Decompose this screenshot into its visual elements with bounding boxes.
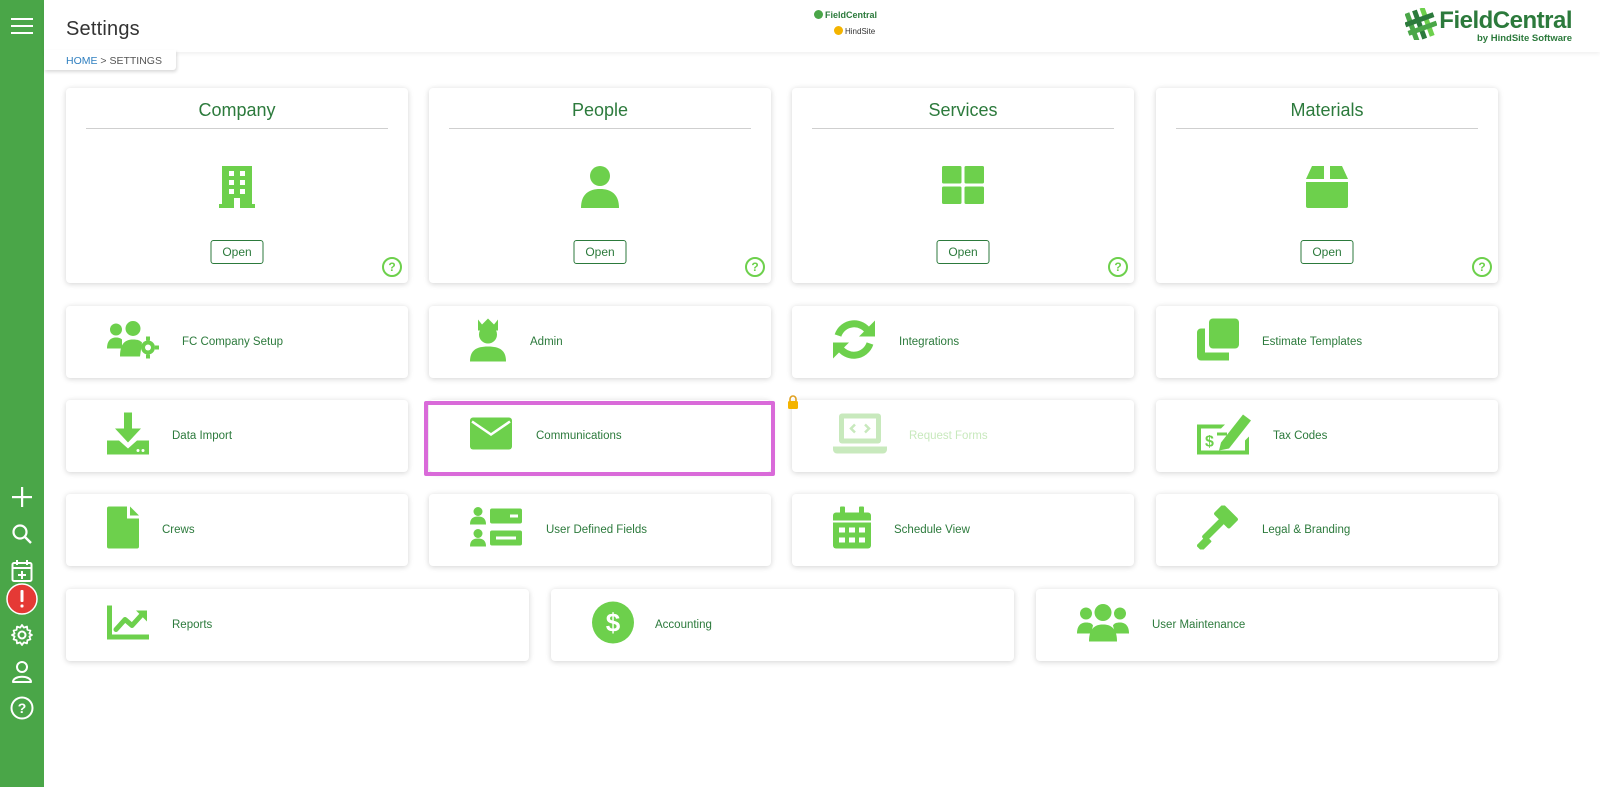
tile-user-maintenance[interactable]: User Maintenance	[1036, 589, 1498, 661]
tile-accounting[interactable]: $ Accounting	[551, 589, 1014, 661]
tile-admin[interactable]: Admin	[429, 306, 771, 378]
divider	[86, 128, 388, 129]
gavel-icon	[1196, 504, 1241, 555]
download-icon	[107, 412, 149, 460]
chart-line-icon	[107, 605, 149, 645]
center-logo: FieldCentral HindSite	[814, 10, 877, 36]
tile-label: Tax Codes	[1273, 430, 1328, 442]
center-logo-text: FieldCentral	[825, 10, 878, 20]
company-open-button[interactable]: Open	[210, 240, 264, 264]
people-card: People Open ?	[429, 88, 771, 283]
dollar-circle-icon: $	[592, 601, 634, 649]
brand-logo[interactable]: FieldCentral by HindSite Software	[1405, 7, 1572, 44]
card-title: Services	[928, 100, 998, 120]
users-icon	[1077, 604, 1129, 647]
breadcrumb-current: SETTINGS	[109, 55, 162, 67]
tile-integrations[interactable]: Integrations	[792, 306, 1134, 378]
tile-user-defined-fields[interactable]: User Defined Fields	[429, 494, 771, 566]
tile-label: Crews	[162, 524, 195, 536]
breadcrumb: HOME > SETTINGS	[66, 55, 162, 67]
tile-schedule-view[interactable]: Schedule View	[792, 494, 1134, 566]
fieldcentral-logo-icon	[814, 10, 823, 19]
help-icon[interactable]: ?	[1472, 257, 1492, 277]
help-icon[interactable]: ?	[6, 692, 38, 724]
tile-label: User Defined Fields	[546, 524, 647, 536]
breadcrumb-separator: >	[97, 55, 110, 67]
tile-estimate-templates[interactable]: Estimate Templates	[1156, 306, 1498, 378]
tile-label: Integrations	[899, 336, 960, 348]
box-icon	[1306, 166, 1348, 213]
copy-icon	[1197, 318, 1239, 366]
tile-label: FC Company Setup	[182, 336, 283, 348]
calendar-icon	[833, 506, 871, 554]
card-title: Materials	[1290, 100, 1364, 120]
top-bar: Settings FieldCentral HindSite FieldCent…	[44, 0, 1600, 52]
materials-card: Materials Open ?	[1156, 88, 1498, 283]
tile-fc-company-setup[interactable]: FC Company Setup	[66, 306, 408, 378]
help-icon[interactable]: ?	[382, 257, 402, 277]
tile-label: Legal & Branding	[1262, 524, 1351, 536]
user-list-icon	[470, 507, 522, 554]
tile-crews[interactable]: Crews	[66, 494, 408, 566]
tile-label: Schedule View	[894, 524, 970, 536]
tile-communications[interactable]: Communications	[429, 400, 771, 472]
svg-text:$: $	[606, 608, 621, 638]
laptop-code-icon	[833, 413, 887, 459]
user-icon[interactable]	[6, 656, 38, 688]
divider	[449, 128, 751, 129]
materials-open-button[interactable]: Open	[1300, 240, 1354, 264]
menu-icon[interactable]	[6, 10, 38, 42]
people-open-button[interactable]: Open	[573, 240, 627, 264]
tile-label: Reports	[172, 619, 213, 631]
envelope-icon	[470, 417, 512, 455]
tile-request-forms: Request Forms	[792, 400, 1134, 472]
tile-label: Data Import	[172, 430, 233, 442]
breadcrumb-tab: HOME > SETTINGS	[44, 50, 176, 70]
sidebar: ?	[0, 0, 44, 787]
lock-icon	[787, 395, 799, 414]
center-logo-subtext: HindSite	[845, 27, 876, 36]
company-card: Company Open ?	[66, 88, 408, 283]
svg-text:$: $	[1205, 434, 1214, 451]
tile-label: Estimate Templates	[1262, 336, 1363, 348]
help-icon[interactable]: ?	[1108, 257, 1128, 277]
tile-data-import[interactable]: Data Import	[66, 400, 408, 472]
services-card: Services Open ?	[792, 88, 1134, 283]
building-icon	[219, 166, 255, 213]
sync-icon	[833, 319, 875, 366]
help-icon[interactable]: ?	[745, 257, 765, 277]
tile-label: Communications	[536, 430, 622, 442]
file-icon	[107, 506, 139, 554]
page-title: Settings	[66, 18, 140, 40]
breadcrumb-home-link[interactable]: HOME	[66, 55, 98, 67]
users-gear-icon	[107, 321, 159, 364]
gear-icon[interactable]	[6, 619, 38, 651]
tile-reports[interactable]: Reports	[66, 589, 529, 661]
plus-icon[interactable]	[6, 481, 38, 513]
brand-name: FieldCentral	[1439, 7, 1572, 34]
admin-icon	[470, 318, 506, 367]
card-title: People	[571, 100, 629, 120]
tile-label: Request Forms	[909, 430, 988, 442]
brand-mark-icon	[1405, 8, 1438, 40]
tile-tax-codes[interactable]: $ Tax Codes	[1156, 400, 1498, 472]
tile-label: Admin	[530, 336, 563, 348]
tile-label: Accounting	[655, 619, 712, 631]
svg-text:?: ?	[18, 700, 27, 716]
hindsite-logo-icon	[834, 26, 843, 35]
divider	[812, 128, 1114, 129]
search-icon[interactable]	[6, 518, 38, 550]
alert-icon[interactable]	[6, 583, 38, 615]
grid-icon	[942, 166, 984, 209]
brand-sub: by HindSite Software	[1476, 33, 1572, 44]
money-check-icon: $	[1197, 413, 1251, 460]
services-open-button[interactable]: Open	[936, 240, 990, 264]
tile-label: User Maintenance	[1152, 619, 1246, 631]
tile-legal-branding[interactable]: Legal & Branding	[1156, 494, 1498, 566]
person-icon	[581, 166, 619, 213]
card-title: Company	[198, 100, 276, 120]
divider	[1176, 128, 1478, 129]
